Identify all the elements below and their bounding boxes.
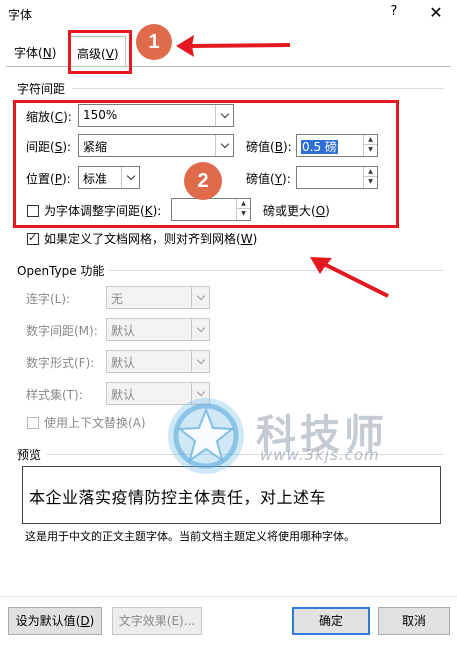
stylistic-sets-label: 样式集(T): — [26, 388, 83, 402]
grid-label: 如果定义了文档网格，则对齐到网格(W) — [44, 232, 258, 246]
ligatures-label: 连字(L): — [26, 292, 71, 306]
close-button[interactable]: ✕ — [424, 3, 448, 23]
cancel-button[interactable]: 取消 — [378, 607, 450, 635]
number-spacing-value: 默认 — [111, 324, 136, 338]
watermark-star-logo-icon — [168, 398, 244, 474]
contextual-checkbox[interactable] — [27, 417, 39, 429]
tab-font[interactable]: 字体(N) — [8, 40, 62, 62]
step-badge-2: 2 — [184, 162, 222, 200]
number-forms-select[interactable]: 默认 — [106, 350, 210, 373]
step-badge-1: 1 — [136, 24, 172, 60]
chevron-down-icon[interactable] — [191, 287, 209, 308]
number-spacing-select[interactable]: 默认 — [106, 318, 210, 341]
preview-sample-text: 本企业落实疫情防控主体责任，对上述车 — [29, 488, 327, 507]
stylistic-sets-value: 默认 — [111, 388, 136, 402]
chevron-down-icon[interactable] — [191, 319, 209, 340]
help-button[interactable]: ? — [384, 4, 404, 22]
tab-font-label: 字体 — [14, 46, 39, 60]
number-forms-label: 数字形式(F): — [26, 356, 95, 370]
arrow-left-icon — [176, 35, 291, 57]
title-bar: 字体 ? ✕ — [0, 0, 457, 26]
char-spacing-title: 字符间距 — [17, 82, 66, 96]
arrow-up-left-icon — [310, 257, 389, 298]
char-spacing-divider — [72, 88, 444, 89]
set-default-button[interactable]: 设为默认值(D) — [8, 607, 102, 635]
contextual-label: 使用上下文替换(A) — [44, 416, 146, 430]
preview-note: 这是用于中文的正文主题字体。当前文档主题定义将使用哪种字体。 — [25, 530, 355, 543]
window-title: 字体 — [8, 8, 33, 22]
opentype-divider — [108, 270, 444, 271]
preview-title: 预览 — [17, 448, 42, 462]
footer-divider — [0, 596, 457, 597]
watermark-url: www.3kjs.com — [260, 446, 380, 464]
number-spacing-label: 数字间距(M): — [26, 324, 98, 338]
number-forms-value: 默认 — [111, 356, 136, 370]
ligatures-select[interactable]: 无 — [106, 286, 210, 309]
grid-checkbox[interactable] — [27, 231, 39, 245]
highlight-advanced-tab — [68, 30, 132, 74]
ligatures-value: 无 — [111, 292, 124, 306]
text-effects-button[interactable]: 文字效果(E)... — [112, 607, 202, 635]
opentype-title: OpenType 功能 — [17, 264, 105, 278]
ok-button[interactable]: 确定 — [292, 607, 370, 635]
chevron-down-icon[interactable] — [191, 351, 209, 372]
